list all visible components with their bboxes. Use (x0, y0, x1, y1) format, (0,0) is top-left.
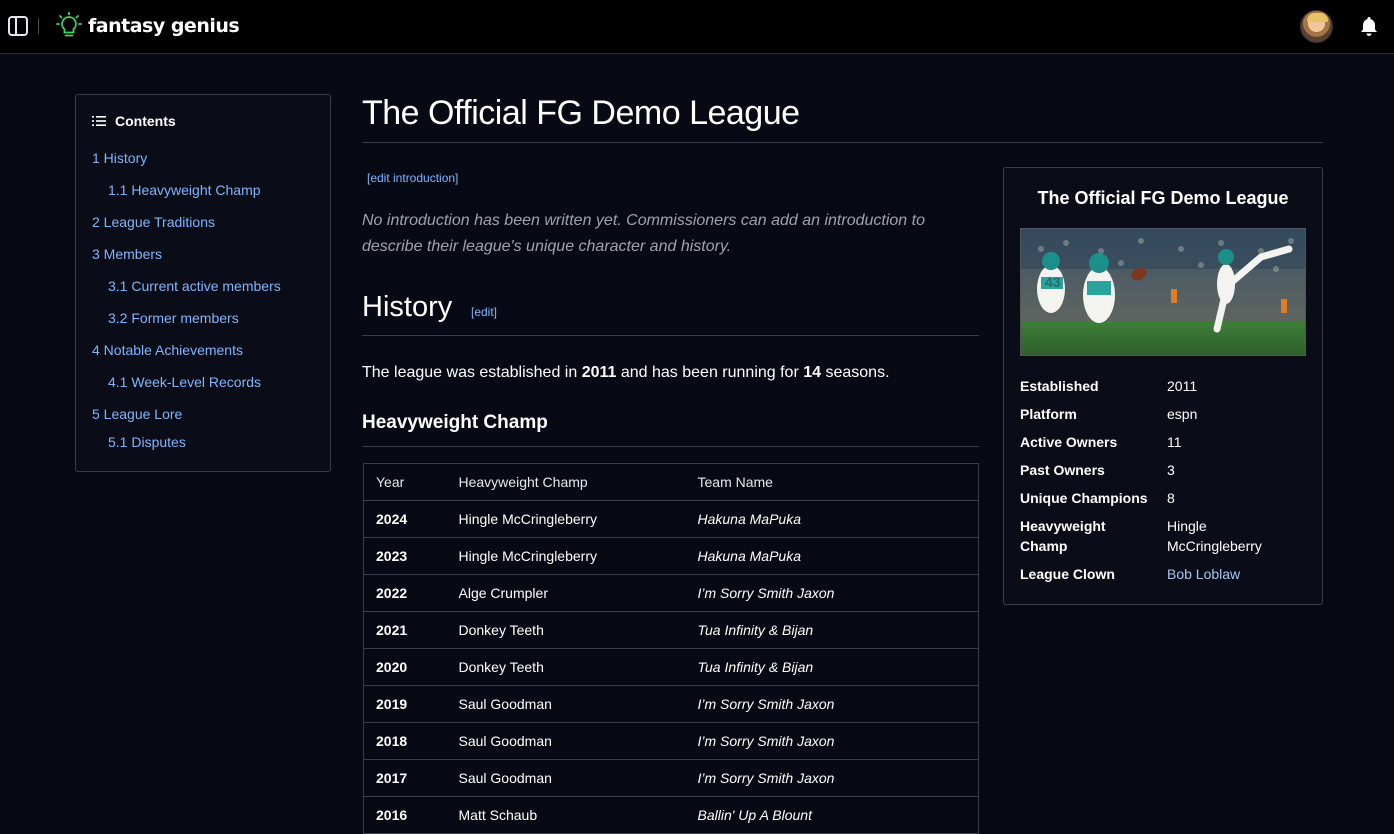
toc-item-league-lore[interactable]: 5 League Lore (92, 406, 182, 422)
table-header-row: Year Heavyweight Champ Team Name (363, 463, 979, 501)
info-label-heavyweight-champ: Heavyweight Champ (1020, 518, 1106, 554)
cell-team-name: Tua Infinity & Bijan (685, 648, 979, 686)
info-label-unique-champions: Unique Champions (1020, 490, 1148, 506)
league-photo: 43 (1020, 228, 1306, 356)
cell-champ: Matt Schaub (446, 796, 686, 834)
info-label-active-owners: Active Owners (1020, 434, 1118, 450)
info-value-established: 2011 (1167, 378, 1198, 394)
heavyweight-champ-heading: Heavyweight Champ (362, 412, 548, 433)
info-value-active-owners: 11 (1167, 434, 1182, 450)
table-row: 2018 Saul Goodman I’m Sorry Smith Jaxon (363, 722, 979, 760)
edit-history-link[interactable]: [edit] (471, 305, 497, 319)
history-heading: History (362, 291, 453, 323)
lightbulb-icon (56, 12, 82, 37)
table-row: 2023 Hingle McCringleberry Hakuna MaPuka (363, 537, 979, 575)
toc-item-members[interactable]: 3 Members (92, 246, 162, 262)
cell-champ: Hingle McCringleberry (446, 500, 686, 538)
cell-team-name: I’m Sorry Smith Jaxon (685, 759, 979, 797)
cell-champ: Hingle McCringleberry (446, 537, 686, 575)
cell-champ: Saul Goodman (446, 685, 686, 723)
info-label-platform: Platform (1020, 406, 1077, 422)
table-of-contents: Contents 1 History 1.1 Heavyweight Champ… (75, 94, 331, 472)
cell-champ: Donkey Teeth (446, 648, 686, 686)
heavyweight-champ-divider (362, 446, 979, 447)
cell-year: 2018 (363, 722, 447, 760)
cell-champ: Donkey Teeth (446, 611, 686, 649)
list-icon (92, 116, 106, 126)
toc-item-disputes[interactable]: 5.1 Disputes (108, 434, 186, 450)
column-header-team-name: Team Name (685, 463, 979, 501)
toc-item-league-traditions[interactable]: 2 League Traditions (92, 214, 215, 230)
topbar-divider (38, 18, 39, 34)
title-divider (362, 142, 1323, 143)
info-value-past-owners: 3 (1167, 462, 1175, 478)
info-value-heavyweight-champ: Hingle McCringleberry (1167, 518, 1262, 554)
info-label-league-clown: League Clown (1020, 566, 1115, 582)
svg-text:43: 43 (1045, 274, 1061, 290)
season-count: 14 (803, 364, 822, 381)
infobox-title: The Official FG Demo League (1037, 188, 1289, 208)
info-label-established: Established (1020, 378, 1099, 394)
cell-team-name: I’m Sorry Smith Jaxon (685, 685, 979, 723)
toc-item-week-level-records[interactable]: 4.1 Week-Level Records (108, 374, 261, 390)
toc-title: Contents (115, 113, 176, 129)
cell-team-name: Tua Infinity & Bijan (685, 611, 979, 649)
toc-item-heavyweight-champ[interactable]: 1.1 Heavyweight Champ (108, 182, 261, 198)
column-header-champ: Heavyweight Champ (446, 463, 686, 501)
cell-year: 2019 (363, 685, 447, 723)
cell-year: 2024 (363, 500, 447, 538)
table-row: 2021 Donkey Teeth Tua Infinity & Bijan (363, 611, 979, 649)
avatar[interactable] (1300, 10, 1333, 43)
top-bar: fantasy genius (0, 0, 1394, 54)
info-value-league-clown-link[interactable]: Bob Loblaw (1167, 564, 1307, 584)
toc-item-current-active-members[interactable]: 3.1 Current active members (108, 278, 281, 294)
cell-team-name: Hakuna MaPuka (685, 537, 979, 575)
toc-item-history[interactable]: 1 History (92, 150, 147, 166)
logo[interactable]: fantasy genius (56, 11, 240, 41)
toc-header: Contents (92, 113, 176, 129)
cell-team-name: Hakuna MaPuka (685, 500, 979, 538)
table-row: 2019 Saul Goodman I’m Sorry Smith Jaxon (363, 685, 979, 723)
history-summary: The league was established in 2011 and h… (362, 364, 890, 381)
cell-year: 2017 (363, 759, 447, 797)
cell-champ: Saul Goodman (446, 759, 686, 797)
cell-year: 2023 (363, 537, 447, 575)
league-infobox: The Official FG Demo League 43 Establish… (1003, 167, 1323, 605)
cell-team-name: I’m Sorry Smith Jaxon (685, 722, 979, 760)
table-row: 2022 Alge Crumpler I’m Sorry Smith Jaxon (363, 574, 979, 612)
established-year: 2011 (581, 364, 617, 381)
cell-year: 2016 (363, 796, 447, 834)
info-value-unique-champions: 8 (1167, 490, 1175, 506)
page-title: The Official FG Demo League (362, 94, 800, 132)
column-header-year: Year (363, 463, 447, 501)
history-divider (362, 335, 979, 336)
introduction-text: No introduction has been written yet. Co… (362, 212, 925, 255)
edit-introduction-link[interactable]: [edit introduction] (367, 171, 458, 185)
sidebar-toggle-icon[interactable] (8, 16, 28, 36)
info-label-past-owners: Past Owners (1020, 462, 1105, 478)
toc-item-former-members[interactable]: 3.2 Former members (108, 310, 239, 326)
punter-kicking-football-photo: 43 (1021, 229, 1305, 355)
info-value-platform: espn (1167, 406, 1198, 422)
table-row: 2016 Matt Schaub Ballin' Up A Blount (363, 796, 979, 834)
table-row: 2020 Donkey Teeth Tua Infinity & Bijan (363, 648, 979, 686)
heavyweight-champ-table: Year Heavyweight Champ Team Name 2024 Hin… (363, 463, 979, 834)
table-row: 2024 Hingle McCringleberry Hakuna MaPuka (363, 500, 979, 538)
logo-text: fantasy genius (88, 15, 240, 37)
toc-item-notable-achievements[interactable]: 4 Notable Achievements (92, 342, 243, 358)
cell-year: 2021 (363, 611, 447, 649)
cell-team-name: Ballin' Up A Blount (685, 796, 979, 834)
cell-champ: Alge Crumpler (446, 574, 686, 612)
bell-icon[interactable] (1358, 15, 1380, 37)
cell-team-name: I’m Sorry Smith Jaxon (685, 574, 979, 612)
cell-year: 2022 (363, 574, 447, 612)
table-row: 2017 Saul Goodman I’m Sorry Smith Jaxon (363, 759, 979, 797)
cell-champ: Saul Goodman (446, 722, 686, 760)
cell-year: 2020 (363, 648, 447, 686)
